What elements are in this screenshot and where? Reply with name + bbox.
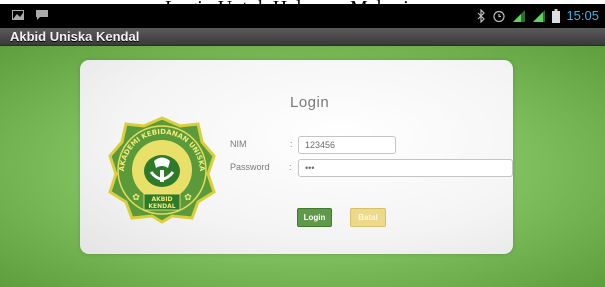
password-input[interactable]	[298, 159, 513, 177]
battery-icon	[552, 8, 561, 23]
login-screen: AKADEMI KEBIDANAN UNISKA AKBID KENDAL ✿ …	[0, 46, 605, 287]
alarm-icon	[493, 10, 506, 22]
nim-label: NIM	[230, 139, 247, 149]
logo-bottom-line1: AKBID	[151, 196, 172, 203]
login-card: AKADEMI KEBIDANAN UNISKA AKBID KENDAL ✿ …	[80, 60, 513, 254]
app-title: Akbid Uniska Kendal	[10, 29, 140, 44]
svg-text:✿: ✿	[132, 193, 140, 203]
signal-icon	[533, 9, 546, 22]
nim-colon: :	[290, 139, 293, 149]
login-heading: Login	[290, 94, 330, 111]
action-bar: Akbid Uniska Kendal	[0, 28, 605, 46]
status-bar: 15:05	[0, 4, 605, 28]
cancel-button[interactable]: Batal	[350, 208, 386, 227]
svg-text:✿: ✿	[184, 193, 192, 203]
akbid-logo: AKADEMI KEBIDANAN UNISKA AKBID KENDAL ✿ …	[108, 116, 216, 224]
bluetooth-icon	[478, 8, 486, 23]
logo-bottom-line2: KENDAL	[148, 203, 175, 210]
message-icon	[36, 10, 48, 20]
nim-input[interactable]	[298, 136, 396, 154]
signal-icon	[513, 9, 526, 22]
image-icon	[12, 10, 24, 20]
status-clock: 15:05	[566, 8, 599, 23]
password-colon: :	[289, 162, 292, 172]
login-button[interactable]: Login	[297, 208, 332, 227]
password-label: Password	[230, 162, 270, 172]
